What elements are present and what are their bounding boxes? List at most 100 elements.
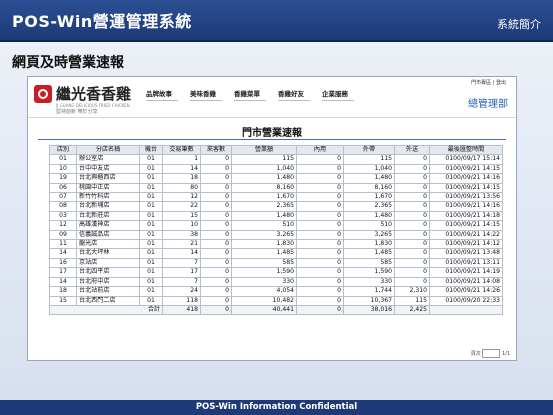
- sales-table: 店別 分店名稱 機台 交易筆數 來客數 營業額 內用 外帶 外送 最後匯整時間 …: [49, 144, 503, 316]
- cell-terminal: 01: [139, 257, 163, 269]
- cell-delivery: 0: [394, 257, 430, 269]
- cell-terminal: 01: [139, 201, 163, 212]
- cell-store-name: 京站店: [76, 257, 140, 269]
- table-body: 01 辦公室店 01 1 0 115 0 115 0 0100/09/17 15:14 10 台中中…: [49, 154, 503, 316]
- cell-delivery: 0: [394, 201, 430, 212]
- cell-dine-in: 0: [296, 154, 344, 165]
- cell-store-id: 14: [49, 248, 77, 259]
- cell-takeout: 330: [343, 276, 395, 288]
- cell-store-id: 17: [49, 267, 77, 278]
- cell-sales: 1,480: [231, 173, 297, 184]
- totals-row: 合計 418 0 40,441 0 38,016 2,425: [49, 304, 503, 316]
- cell-store-name: 龍光店: [76, 239, 140, 250]
- col-dine-in: 內用: [296, 144, 344, 156]
- slide-header-bar: POS-Win營運管理系統 系統簡介: [0, 0, 553, 42]
- brand-name: 繼光香香雞: [56, 85, 132, 103]
- nav-item-enterprise[interactable]: 企業服務: [322, 88, 354, 101]
- cell-customers: 0: [200, 267, 232, 278]
- cell-customers: 0: [200, 295, 232, 306]
- cell-store-name: 高雄漢神店: [76, 220, 140, 231]
- cell-dine-in: 0: [296, 276, 344, 288]
- total-sales: 40,441: [231, 304, 297, 316]
- cell-delivery: 0: [394, 220, 430, 231]
- cell-delivery: 0: [394, 248, 430, 259]
- cell-last-sync: 0100/09/21 14:16: [429, 173, 503, 184]
- cell-customers: 0: [200, 229, 232, 241]
- brand-logo-icon: [34, 85, 52, 103]
- cell-terminal: 01: [139, 220, 163, 231]
- nav-item-chicken[interactable]: 美味香雞: [190, 88, 222, 101]
- cell-dine-in: 0: [296, 201, 344, 212]
- nav-item-menu[interactable]: 香雞菜單: [234, 88, 266, 101]
- cell-takeout: 3,265: [343, 229, 395, 241]
- table-row: 12 高雄漢神店 01 10 0 510 0 510 0 0100/09/21 14:15: [49, 220, 503, 231]
- cell-last-sync: 0100/09/20 22:33: [429, 295, 503, 306]
- cell-takeout: 115: [343, 154, 395, 165]
- top-links[interactable]: 門市專區 | 登出: [471, 79, 506, 86]
- cell-sales: 330: [231, 276, 297, 288]
- page-input[interactable]: [482, 349, 501, 358]
- cell-store-name: 台北西門二店: [76, 295, 140, 306]
- col-transactions: 交易筆數: [162, 144, 201, 156]
- cell-terminal: 01: [139, 173, 163, 184]
- report-title: 門市營業速報: [242, 128, 302, 139]
- cell-customers: 0: [200, 173, 232, 184]
- cell-store-name: 台北興櫃西店: [76, 173, 140, 184]
- cell-dine-in: 0: [296, 286, 344, 297]
- cell-delivery: 0: [394, 173, 430, 184]
- cell-last-sync: 0100/09/21 13:48: [429, 248, 503, 259]
- cell-transactions: 118: [162, 295, 201, 306]
- cell-customers: 0: [200, 210, 232, 222]
- cell-sales: 1,480: [231, 210, 297, 222]
- cell-delivery: 0: [394, 182, 430, 194]
- admin-label: 總管理部: [468, 99, 508, 110]
- table-row: 15 台北西門二店 01 118 0 10,482 0 10,367 115 0100/09/20…: [49, 295, 503, 306]
- cell-transactions: 14: [162, 248, 201, 259]
- cell-transactions: 80: [162, 182, 201, 194]
- nav-item-brand-story[interactable]: 品牌故事: [146, 88, 178, 101]
- cell-terminal: 01: [139, 229, 163, 241]
- cell-sales: 3,265: [231, 229, 297, 241]
- table-row: 03 台北新莊店 01 15 0 1,480 0 1,480 0 0100/09/21 14:18: [49, 210, 503, 222]
- page-indicator: 1/1: [501, 351, 510, 357]
- table-row: 11 龍光店 01 21 0 1,830 0 1,830 0 0100/09/21 14:12: [49, 239, 503, 250]
- cell-transactions: 14: [162, 163, 201, 175]
- total-delivery: 2,425: [394, 304, 430, 316]
- cell-sales: 510: [231, 220, 297, 231]
- cell-takeout: 1,480: [343, 173, 395, 184]
- nav-item-friends[interactable]: 香雞好友: [278, 88, 310, 101]
- cell-takeout: 1,670: [343, 192, 395, 203]
- cell-dine-in: 0: [296, 239, 344, 250]
- table-row: 06 桃園中正店 01 80 0 8,160 0 8,160 0 0100/09/21 14:15: [49, 182, 503, 194]
- cell-store-name: 台北站前店: [76, 286, 140, 297]
- cell-store-name: 台北大坪林: [76, 248, 140, 259]
- cell-transactions: 21: [162, 239, 201, 250]
- cell-store-id: 01: [49, 154, 77, 165]
- cell-delivery: 0: [394, 239, 430, 250]
- cell-delivery: 2,310: [394, 286, 430, 297]
- cell-store-id: 08: [49, 201, 77, 212]
- cell-delivery: 0: [394, 229, 430, 241]
- cell-takeout: 8,160: [343, 182, 395, 194]
- cell-dine-in: 0: [296, 267, 344, 278]
- cell-terminal: 01: [139, 286, 163, 297]
- pager: 頁次 1/1: [471, 349, 510, 358]
- cell-takeout: 1,830: [343, 239, 395, 250]
- cell-last-sync: 0100/09/21 14:15: [429, 163, 503, 175]
- cell-sales: 1,670: [231, 192, 297, 203]
- cell-customers: 0: [200, 220, 232, 231]
- cell-transactions: 12: [162, 192, 201, 203]
- cell-takeout: 10,367: [343, 295, 395, 306]
- cell-takeout: 1,480: [343, 210, 395, 222]
- slide-title: POS-Win營運管理系統: [12, 12, 192, 31]
- cell-last-sync: 0100/09/21 14:22: [429, 229, 503, 241]
- total-transactions: 418: [162, 304, 201, 316]
- cell-dine-in: 0: [296, 192, 344, 203]
- cell-transactions: 10: [162, 220, 201, 231]
- table-row: 19 台北興櫃西店 01 18 0 1,480 0 1,480 0 0100/09/21 14:1…: [49, 173, 503, 184]
- pager-label: 頁次: [470, 351, 481, 357]
- totals-label: 合計: [49, 304, 163, 316]
- cell-store-name: 台北四平店: [76, 267, 140, 278]
- cell-terminal: 01: [139, 239, 163, 250]
- cell-dine-in: 0: [296, 295, 344, 306]
